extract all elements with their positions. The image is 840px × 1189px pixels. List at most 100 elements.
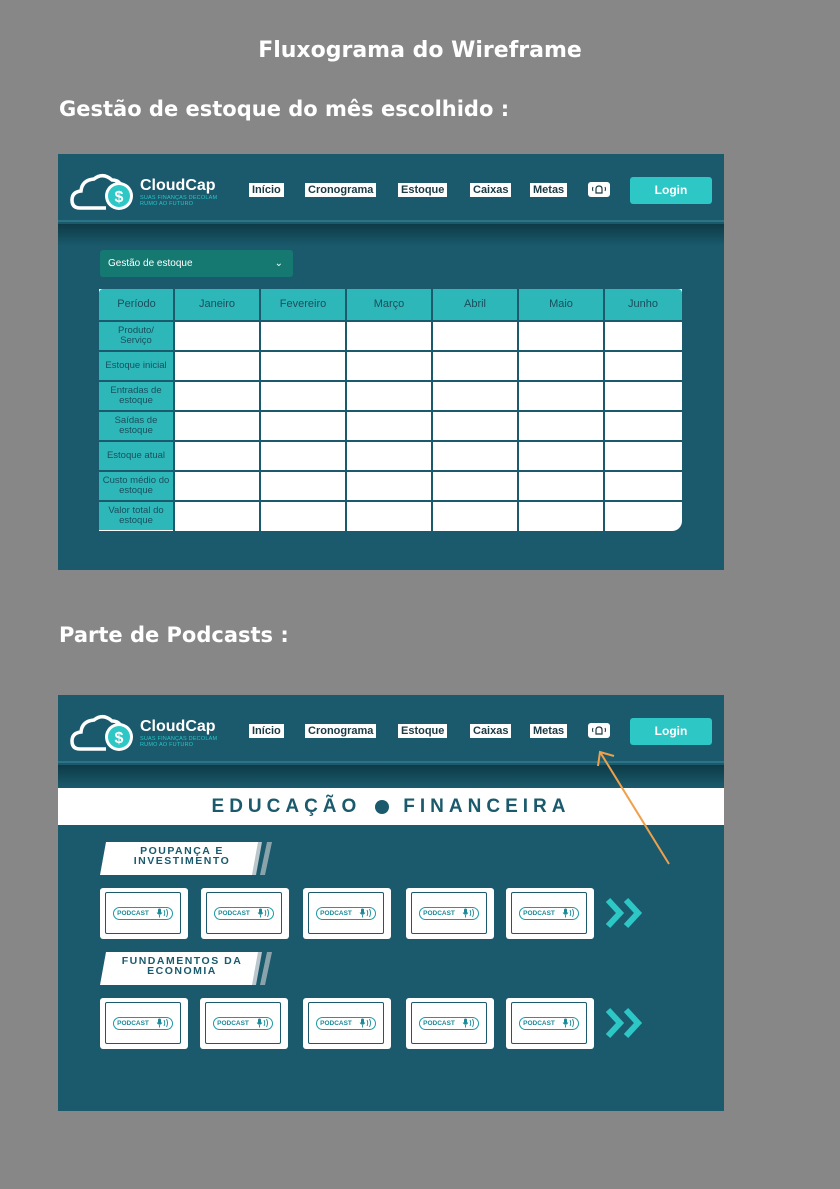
nav-inicio[interactable]: Início (249, 183, 284, 197)
nav-estoque[interactable]: Estoque (398, 183, 448, 197)
category-stripe (260, 952, 272, 985)
dropdown-label: Gestão de estoque (108, 258, 193, 269)
podcast-badge: PODCAST (316, 1016, 376, 1030)
podcast-label: PODCAST (320, 1019, 352, 1027)
table-divider (99, 500, 682, 502)
chevron-double-right-icon[interactable] (604, 1006, 648, 1040)
podcast-card[interactable]: PODCAST (406, 998, 494, 1049)
category-label: POUPANÇA E INVESTIMENTO (133, 845, 231, 867)
category-label: FUNDAMENTOS DA ECONOMIA (121, 955, 243, 977)
microphone-icon (359, 908, 371, 918)
col-abril: Abril (463, 298, 486, 310)
bell-icon[interactable] (588, 723, 610, 738)
table-header: Período Janeiro Fevereiro Março Abril Ma… (99, 289, 682, 320)
nav-inicio[interactable]: Início (249, 724, 284, 738)
podcast-card-frame: PODCAST (206, 892, 282, 934)
navbar-shadow (58, 224, 724, 246)
col-marco: Março (373, 298, 405, 310)
table-divider (173, 289, 175, 531)
banner-left: EDUCAÇÃO (211, 796, 362, 817)
brand-name: CloudCap (140, 718, 216, 735)
microphone-icon (256, 1018, 268, 1028)
table-divider (345, 289, 347, 531)
row-custo-medio: Custo médio do estoque (99, 472, 173, 500)
chevron-double-right-icon[interactable] (604, 896, 648, 930)
row-entradas: Entradas de estoque (99, 382, 173, 410)
podcast-label: PODCAST (117, 1019, 149, 1027)
row-estoque-atual: Estoque atual (99, 442, 173, 470)
category-stripe (260, 842, 272, 875)
table-divider (517, 289, 519, 531)
podcast-badge: PODCAST (213, 1016, 273, 1030)
col-periodo: Período (117, 298, 156, 310)
table-divider (99, 440, 682, 442)
nav-metas[interactable]: Metas (530, 183, 568, 197)
podcast-badge: PODCAST (519, 1016, 579, 1030)
table-divider (99, 470, 682, 472)
nav-cronograma[interactable]: Cronograma (305, 183, 377, 197)
podcast-card-frame: PODCAST (411, 1002, 487, 1044)
cloud-logo-icon: $ (70, 174, 133, 210)
col-fevereiro: Fevereiro (279, 298, 327, 310)
nav-metas[interactable]: Metas (530, 724, 568, 738)
podcast-card[interactable]: PODCAST (201, 888, 289, 939)
annotation-arrow-icon (597, 750, 670, 865)
nav-cronograma[interactable]: Cronograma (305, 724, 377, 738)
podcast-label: PODCAST (523, 909, 555, 917)
podcast-card[interactable]: PODCAST (200, 998, 288, 1049)
podcast-card[interactable]: PODCAST (100, 998, 188, 1049)
col-junho: Junho (628, 298, 658, 310)
podcast-badge: PODCAST (419, 1016, 479, 1030)
brand-name: CloudCap (140, 177, 216, 194)
inventory-dropdown[interactable]: Gestão de estoque ⌄ (100, 250, 293, 277)
col-maio: Maio (549, 298, 573, 310)
login-button[interactable]: Login (630, 177, 712, 204)
table-divider (259, 289, 261, 531)
navbar: $ CloudCap SUAS FINANÇAS DECOLAM RUMO AO… (58, 154, 724, 222)
podcast-badge: PODCAST (519, 906, 579, 920)
category-poupanca[interactable]: POUPANÇA E INVESTIMENTO (100, 842, 272, 875)
podcast-card[interactable]: PODCAST (303, 998, 391, 1049)
section-title-inventory: Gestão de estoque do mês escolhido : (59, 97, 510, 121)
col-janeiro: Janeiro (198, 298, 236, 310)
podcast-label: PODCAST (217, 1019, 249, 1027)
podcast-badge: PODCAST (316, 906, 376, 920)
microphone-icon (156, 908, 168, 918)
row-estoque-inicial: Estoque inicial (99, 352, 173, 380)
podcast-card[interactable]: PODCAST (100, 888, 188, 939)
podcast-badge: PODCAST (113, 1016, 173, 1030)
microphone-icon (462, 908, 474, 918)
podcast-card[interactable]: PODCAST (506, 998, 594, 1049)
category-fundamentos[interactable]: FUNDAMENTOS DA ECONOMIA (100, 952, 272, 985)
microphone-icon (257, 908, 269, 918)
podcast-card-frame: PODCAST (411, 892, 487, 934)
bell-icon[interactable] (588, 182, 610, 197)
podcast-card-frame: PODCAST (511, 1002, 587, 1044)
podcast-card[interactable]: PODCAST (506, 888, 594, 939)
podcast-badge: PODCAST (113, 906, 173, 920)
podcast-card-frame: PODCAST (105, 892, 181, 934)
chevron-down-icon: ⌄ (274, 258, 283, 269)
podcast-card-frame: PODCAST (105, 1002, 181, 1044)
podcast-card[interactable]: PODCAST (303, 888, 391, 939)
svg-text:$: $ (115, 730, 124, 747)
microphone-icon (156, 1018, 168, 1028)
nav-caixas[interactable]: Caixas (470, 724, 512, 738)
cloud-logo-icon: $ (70, 715, 133, 751)
podcast-label: PODCAST (523, 1019, 555, 1027)
podcast-label: PODCAST (320, 909, 352, 917)
podcast-card-frame: PODCAST (308, 1002, 384, 1044)
podcast-card-frame: PODCAST (205, 1002, 281, 1044)
row-valor-total: Valor total do estoque (99, 502, 173, 530)
nav-estoque[interactable]: Estoque (398, 724, 448, 738)
microphone-icon (562, 1018, 574, 1028)
page-title: Fluxograma do Wireframe (258, 38, 582, 63)
brand-tagline: SUAS FINANÇAS DECOLAM RUMO AO FUTURO (140, 195, 218, 207)
login-button[interactable]: Login (630, 718, 712, 745)
nav-caixas[interactable]: Caixas (470, 183, 512, 197)
microphone-icon (462, 1018, 474, 1028)
wireframe-inventory: $ CloudCap SUAS FINANÇAS DECOLAM RUMO AO… (58, 154, 724, 570)
row-saidas: Saídas de estoque (99, 412, 173, 440)
banner-right: FINANCEIRA (403, 796, 571, 817)
podcast-card[interactable]: PODCAST (406, 888, 494, 939)
